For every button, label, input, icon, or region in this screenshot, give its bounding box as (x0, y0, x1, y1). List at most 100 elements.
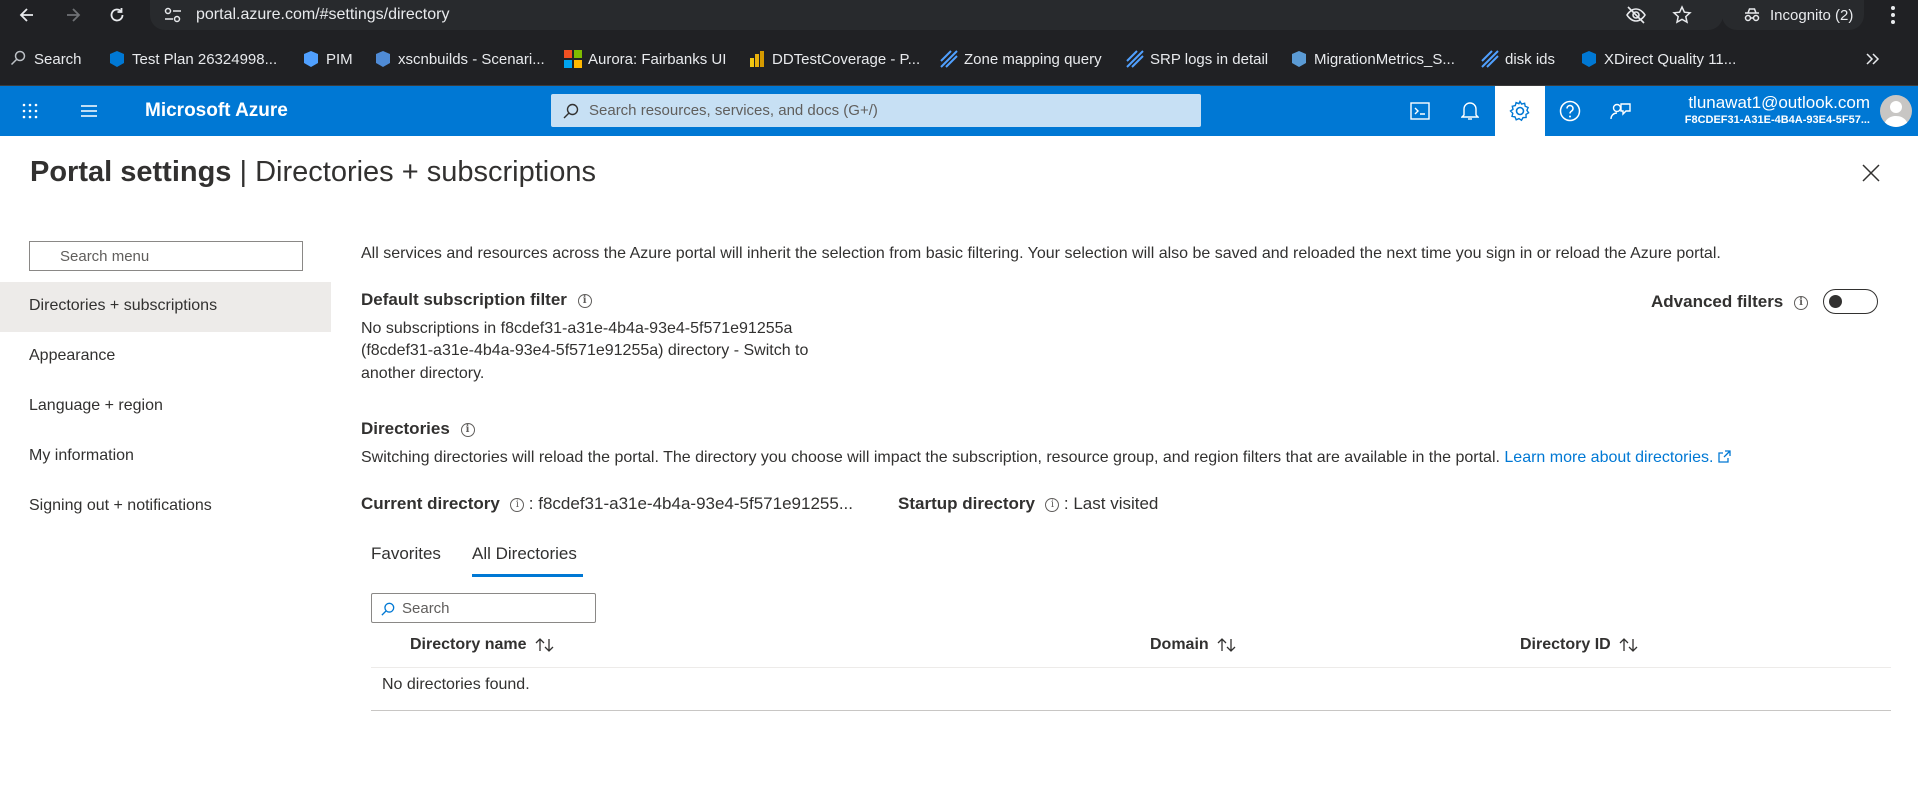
azure-devops-icon (108, 50, 126, 68)
column-header-label: Domain (1150, 636, 1209, 653)
learn-more-link[interactable]: Learn more about directories. (1504, 449, 1713, 466)
page-title-bold: Portal settings (30, 156, 232, 188)
bookmark-label: Aurora: Fairbanks UI (588, 50, 727, 68)
account-tenant: F8CDEF31-A31E-4B4A-93E4-5F57... (1684, 114, 1870, 126)
notifications-button[interactable] (1445, 86, 1495, 136)
directories-heading: Directories i (361, 419, 475, 439)
kusto-icon (1126, 50, 1144, 68)
default-filter-heading: Default subscription filter i (361, 290, 592, 310)
bookmark-item[interactable]: DDTestCoverage - P... (748, 47, 920, 71)
sidebar-item[interactable]: Language + region (0, 382, 331, 432)
forward-button[interactable] (60, 2, 86, 28)
browser-toolbar: portal.azure.com/#settings/directory Inc… (0, 0, 1918, 31)
reload-icon (110, 8, 124, 22)
settings-button[interactable] (1495, 86, 1545, 136)
bookmark-item[interactable]: disk ids (1481, 47, 1555, 71)
bookmark-item[interactable]: Search (10, 47, 82, 71)
account-menu[interactable]: tlunawat1@outlook.com F8CDEF31-A31E-4B4A… (1668, 93, 1870, 126)
question-icon (1559, 100, 1581, 122)
bookmark-item[interactable]: PIM (302, 47, 353, 71)
sidebar-item[interactable]: Appearance (0, 332, 331, 382)
no-subs-line-2: (f8cdef31-a31e-4b4a-93e4-5f571e91255a) d… (361, 342, 809, 359)
global-search-input[interactable]: Search resources, services, and docs (G+… (551, 94, 1201, 127)
double-chevron-right-icon (1866, 53, 1880, 65)
column-header-domain[interactable]: Domain (1150, 636, 1237, 654)
search-menu-input[interactable]: Search menu (29, 241, 303, 271)
incognito-badge[interactable]: Incognito (2) (1722, 0, 1864, 30)
info-icon[interactable]: i (1045, 497, 1060, 512)
info-icon[interactable]: i (1794, 295, 1808, 310)
advanced-filters-label: Advanced filters i (1651, 292, 1808, 312)
startup-directory-value: : Last visited (1063, 494, 1159, 513)
bookmark-item[interactable]: MigrationMetrics_S... (1290, 47, 1455, 71)
bookmark-label: SRP logs in detail (1150, 50, 1269, 68)
bookmark-item[interactable]: Aurora: Fairbanks UI (564, 47, 726, 71)
cloud-shell-button[interactable] (1395, 86, 1445, 136)
address-bar[interactable]: portal.azure.com/#settings/directory (150, 0, 1723, 30)
global-search-placeholder: Search resources, services, and docs (G+… (589, 102, 878, 119)
star-bookmark-icon[interactable] (1672, 5, 1692, 25)
current-directory-label: Current directory (361, 494, 500, 513)
bookmark-item[interactable]: xscnbuilds - Scenari... (374, 47, 545, 71)
azure-brand[interactable]: Microsoft Azure (145, 100, 288, 122)
advanced-filters-text: Advanced filters (1651, 292, 1784, 311)
startup-directory: Startup directory i : Last visited (898, 494, 1158, 514)
tab-all-directories[interactable]: All Directories (472, 544, 577, 564)
column-header-label: Directory name (410, 636, 527, 653)
help-button[interactable] (1545, 86, 1595, 136)
directory-search-placeholder: Search (402, 600, 450, 617)
bookmark-item[interactable]: XDirect Quality 11... (1580, 47, 1736, 71)
external-link-icon[interactable] (1718, 450, 1731, 463)
avatar[interactable] (1880, 95, 1912, 127)
bookmark-item[interactable]: Zone mapping query (940, 47, 1102, 71)
column-header-label: Directory ID (1520, 636, 1611, 653)
startup-directory-label: Startup directory (898, 494, 1035, 513)
app-launcher-button[interactable] (5, 86, 55, 136)
toggle-knob (1829, 295, 1842, 308)
back-button[interactable] (14, 2, 40, 28)
directories-desc-text: Switching directories will reload the po… (361, 449, 1500, 466)
table-bottom-divider (371, 710, 1891, 711)
bookmark-label: Test Plan 26324998... (132, 50, 278, 68)
microsoft-logo-icon (564, 50, 582, 68)
pim-icon (302, 50, 320, 68)
eye-off-icon[interactable] (1625, 5, 1647, 25)
back-arrow-icon (19, 8, 33, 22)
directory-search-input[interactable]: Search (371, 593, 596, 623)
reload-button[interactable] (104, 2, 130, 28)
default-filter-heading-text: Default subscription filter (361, 290, 567, 309)
azure-devops-icon (1580, 50, 1598, 68)
bookmark-item[interactable]: SRP logs in detail (1126, 47, 1268, 71)
no-subs-line-1: No subscriptions in f8cdef31-a31e-4b4a-9… (361, 320, 793, 337)
page-title: Portal settings | Directories + subscrip… (30, 156, 596, 188)
bookmark-label: Search (34, 50, 82, 68)
bookmark-label: PIM (326, 50, 353, 68)
bookmark-label: Zone mapping query (964, 50, 1102, 68)
info-icon[interactable]: i (510, 497, 525, 512)
terminal-icon (1410, 102, 1430, 120)
sidebar-item[interactable]: Directories + subscriptions (0, 282, 331, 332)
bell-icon (1461, 102, 1479, 120)
browser-menu-button[interactable] (1880, 2, 1906, 28)
bookmarks-overflow-button[interactable] (1866, 47, 1880, 71)
search-icon (563, 103, 579, 119)
column-header-directory-id[interactable]: Directory ID (1520, 636, 1639, 654)
close-button[interactable] (1858, 160, 1884, 186)
advanced-filters-toggle[interactable] (1823, 289, 1878, 314)
kebab-menu-icon (1891, 6, 1895, 24)
url-text: portal.azure.com/#settings/directory (196, 6, 450, 23)
bookmark-item[interactable]: Test Plan 26324998... (108, 47, 277, 71)
info-icon[interactable]: i (460, 422, 475, 437)
sidebar-item[interactable]: Signing out + notifications (0, 482, 331, 532)
incognito-icon (1744, 8, 1760, 22)
page-title-rest: Directories + subscriptions (255, 156, 596, 188)
bookmark-label: xscnbuilds - Scenari... (398, 50, 545, 68)
incognito-label: Incognito (2) (1770, 6, 1854, 24)
column-header-directory-name[interactable]: Directory name (410, 636, 555, 654)
sort-icon (1619, 638, 1638, 652)
info-icon[interactable]: i (577, 293, 592, 308)
tab-favorites[interactable]: Favorites (371, 544, 441, 564)
sidebar-item[interactable]: My information (0, 432, 331, 482)
portal-menu-button[interactable] (64, 86, 114, 136)
feedback-button[interactable] (1595, 86, 1645, 136)
